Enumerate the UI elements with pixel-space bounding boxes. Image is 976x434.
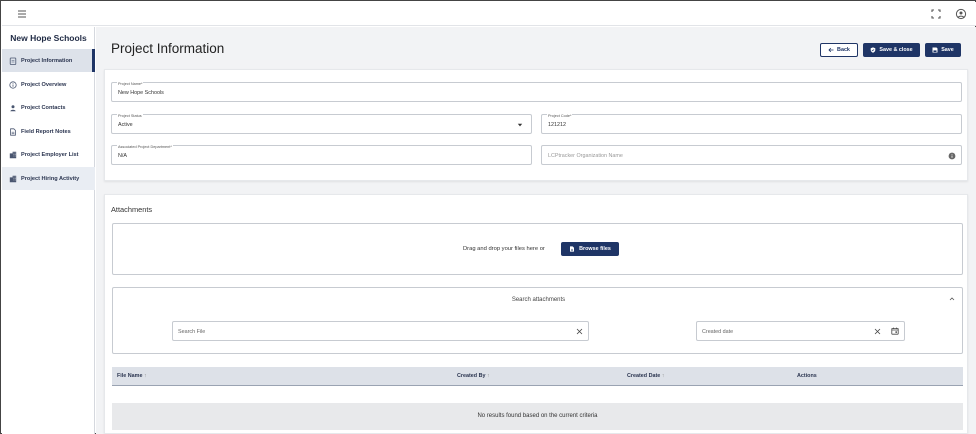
project-department-value: N/A [118,153,127,159]
sidebar-item-label: Project Hiring Activity [21,175,80,182]
lcp-organization-placeholder: LCPtracker Organization Name [548,153,623,159]
column-label: File Name [117,373,143,379]
drop-zone-text: Drag and drop your files here or [463,246,545,252]
attachments-title: Attachments [111,205,153,214]
sort-arrow-icon: ↑ [143,373,147,379]
column-label: Created By [457,373,486,379]
fullscreen-icon[interactable] [930,8,942,20]
project-department-field[interactable]: Associated Project Department* N/A [111,145,532,165]
project-code-label: Project Code* [547,114,573,118]
project-details-card: Project Name* New Hope Schools Project S… [104,69,968,181]
sidebar-item-field-report-notes[interactable]: Field Report Notes [2,120,95,143]
close-icon[interactable] [576,328,583,335]
app-window: New Hope Schools Project Information Pro… [0,0,976,434]
file-drop-zone[interactable]: Drag and drop your files here or Browse … [112,223,963,275]
sidebar-item-project-overview[interactable]: Project Overview [2,73,95,96]
account-circle-icon[interactable] [955,8,967,20]
column-header-created-date[interactable]: Created Date ↑ [627,373,664,379]
empty-results-text: No results found based on the current cr… [477,413,598,419]
attachments-card: Attachments Drag and drop your files her… [104,194,968,434]
project-code-field[interactable]: Project Code* 121212 [541,114,962,134]
search-attachments-panel: Search attachments Search File Created d… [112,287,963,354]
chevron-up-icon[interactable] [949,296,955,302]
empty-results-row: No results found based on the current cr… [112,403,963,430]
project-status-label: Project Status [117,114,143,118]
dropdown-arrow-icon [517,123,523,127]
file-icon [570,246,575,252]
back-button-label: Back [837,47,850,53]
sidebar-item-label: Field Report Notes [21,128,71,135]
person-icon [10,104,16,111]
main-content: Project Information Back Save & close Sa… [96,27,976,434]
save-label: Save [941,47,954,53]
save-and-close-label: Save & close [879,47,913,53]
hamburger-icon[interactable] [16,8,28,20]
top-bar [2,2,976,26]
project-department-label: Associated Project Department* [117,145,173,149]
column-header-created-by[interactable]: Created By ↑ [457,373,490,379]
project-name-value: New Hope Schools [118,90,164,96]
project-name-label: Project Name* [117,82,144,86]
close-icon[interactable] [874,328,881,335]
column-label: Created Date [627,373,661,379]
sidebar: New Hope Schools Project Information Pro… [2,27,95,434]
info-icon[interactable] [948,152,956,160]
attachments-table-header: File Name ↑ Created By ↑ Created Date ↑ … [112,367,963,386]
lcp-organization-field[interactable]: LCPtracker Organization Name [541,145,962,165]
sort-arrow-icon: ↑ [486,373,490,379]
building-icon [9,151,17,158]
calendar-icon[interactable] [891,327,899,335]
sidebar-item-project-employer-list[interactable]: Project Employer List [2,143,95,166]
sort-arrow-icon: ↑ [661,373,665,379]
info-icon [9,80,17,89]
created-date-placeholder: Created date [702,329,734,335]
sidebar-project-title: New Hope Schools [10,33,87,43]
search-file-placeholder: Search File [178,329,206,335]
save-and-close-button[interactable]: Save & close [863,43,920,57]
shield-check-icon [871,47,876,53]
project-name-field[interactable]: Project Name* New Hope Schools [111,82,962,102]
created-date-input[interactable]: Created date [696,321,905,341]
sidebar-item-project-hiring-activity[interactable]: Project Hiring Activity [2,167,95,190]
sidebar-item-label: Project Information [21,57,73,64]
project-status-value: Active [118,122,133,128]
save-disk-icon [932,47,938,53]
search-attachments-title: Search attachments [511,297,566,303]
browse-files-label: Browse files [579,246,611,252]
clipboard-icon [9,57,17,65]
save-button[interactable]: Save [925,43,961,57]
project-code-value: 121212 [548,122,566,128]
column-header-file-name[interactable]: File Name ↑ [117,373,147,379]
browse-files-button[interactable]: Browse files [561,242,619,256]
page-title: Project Information [111,41,225,56]
back-button[interactable]: Back [820,43,858,57]
search-file-input[interactable]: Search File [172,321,589,341]
column-header-actions: Actions [797,373,817,379]
arrow-left-icon [828,47,834,53]
building-icon [9,175,17,182]
sidebar-item-project-information[interactable]: Project Information [2,49,95,72]
sidebar-item-label: Project Contacts [21,104,66,111]
column-label: Actions [797,373,817,379]
sidebar-item-project-contacts[interactable]: Project Contacts [2,96,95,119]
project-status-select[interactable]: Project Status Active [111,114,532,134]
document-icon [10,127,16,136]
sidebar-item-label: Project Overview [21,81,67,88]
sidebar-item-label: Project Employer List [21,151,79,158]
